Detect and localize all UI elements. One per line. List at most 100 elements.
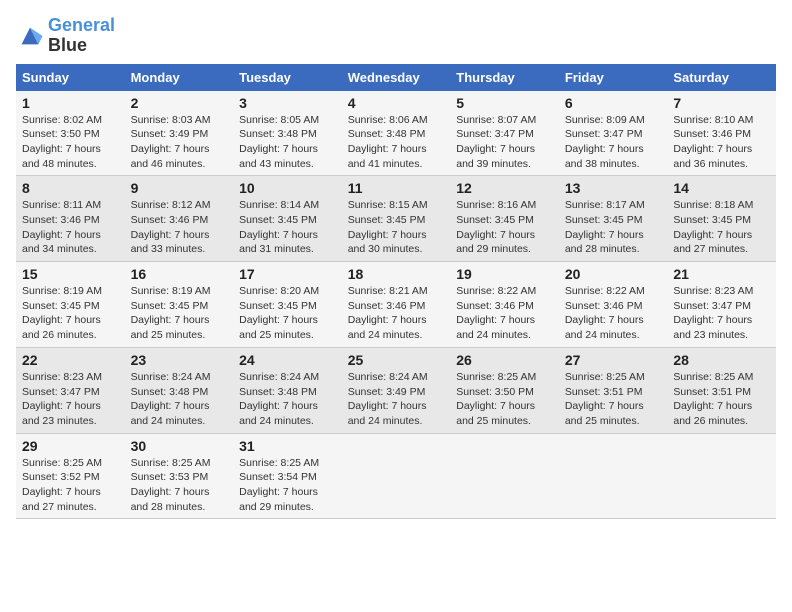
day-info: Sunrise: 8:24 AM Sunset: 3:48 PM Dayligh… <box>239 370 336 429</box>
day-number: 1 <box>22 95 119 111</box>
day-info: Sunrise: 8:25 AM Sunset: 3:50 PM Dayligh… <box>456 370 553 429</box>
column-header-saturday: Saturday <box>667 64 776 91</box>
table-row: 7 Sunrise: 8:10 AM Sunset: 3:46 PM Dayli… <box>667 91 776 176</box>
column-header-thursday: Thursday <box>450 64 559 91</box>
table-row: 26 Sunrise: 8:25 AM Sunset: 3:50 PM Dayl… <box>450 347 559 433</box>
day-info: Sunrise: 8:25 AM Sunset: 3:51 PM Dayligh… <box>673 370 770 429</box>
table-row: 20 Sunrise: 8:22 AM Sunset: 3:46 PM Dayl… <box>559 262 668 348</box>
day-info: Sunrise: 8:23 AM Sunset: 3:47 PM Dayligh… <box>673 284 770 343</box>
calendar-week-5: 29 Sunrise: 8:25 AM Sunset: 3:52 PM Dayl… <box>16 433 776 519</box>
day-number: 9 <box>131 180 228 196</box>
day-number: 10 <box>239 180 336 196</box>
table-row <box>559 433 668 519</box>
table-row: 12 Sunrise: 8:16 AM Sunset: 3:45 PM Dayl… <box>450 176 559 262</box>
day-info: Sunrise: 8:20 AM Sunset: 3:45 PM Dayligh… <box>239 284 336 343</box>
day-info: Sunrise: 8:09 AM Sunset: 3:47 PM Dayligh… <box>565 113 662 172</box>
day-info: Sunrise: 8:12 AM Sunset: 3:46 PM Dayligh… <box>131 198 228 257</box>
day-number: 30 <box>131 438 228 454</box>
day-number: 16 <box>131 266 228 282</box>
day-number: 8 <box>22 180 119 196</box>
day-info: Sunrise: 8:19 AM Sunset: 3:45 PM Dayligh… <box>22 284 119 343</box>
header: General Blue <box>16 16 776 56</box>
table-row: 3 Sunrise: 8:05 AM Sunset: 3:48 PM Dayli… <box>233 91 342 176</box>
table-row: 23 Sunrise: 8:24 AM Sunset: 3:48 PM Dayl… <box>125 347 234 433</box>
table-row: 18 Sunrise: 8:21 AM Sunset: 3:46 PM Dayl… <box>342 262 451 348</box>
calendar-week-2: 8 Sunrise: 8:11 AM Sunset: 3:46 PM Dayli… <box>16 176 776 262</box>
table-row: 24 Sunrise: 8:24 AM Sunset: 3:48 PM Dayl… <box>233 347 342 433</box>
table-row: 14 Sunrise: 8:18 AM Sunset: 3:45 PM Dayl… <box>667 176 776 262</box>
day-number: 26 <box>456 352 553 368</box>
logo-icon <box>16 22 44 50</box>
table-row: 15 Sunrise: 8:19 AM Sunset: 3:45 PM Dayl… <box>16 262 125 348</box>
day-number: 27 <box>565 352 662 368</box>
table-row: 10 Sunrise: 8:14 AM Sunset: 3:45 PM Dayl… <box>233 176 342 262</box>
table-row: 21 Sunrise: 8:23 AM Sunset: 3:47 PM Dayl… <box>667 262 776 348</box>
day-number: 3 <box>239 95 336 111</box>
column-header-friday: Friday <box>559 64 668 91</box>
calendar-header: SundayMondayTuesdayWednesdayThursdayFrid… <box>16 64 776 91</box>
table-row: 31 Sunrise: 8:25 AM Sunset: 3:54 PM Dayl… <box>233 433 342 519</box>
day-number: 24 <box>239 352 336 368</box>
column-header-wednesday: Wednesday <box>342 64 451 91</box>
table-row: 5 Sunrise: 8:07 AM Sunset: 3:47 PM Dayli… <box>450 91 559 176</box>
day-number: 20 <box>565 266 662 282</box>
day-number: 2 <box>131 95 228 111</box>
day-number: 11 <box>348 180 445 196</box>
table-row: 28 Sunrise: 8:25 AM Sunset: 3:51 PM Dayl… <box>667 347 776 433</box>
day-info: Sunrise: 8:18 AM Sunset: 3:45 PM Dayligh… <box>673 198 770 257</box>
table-row <box>667 433 776 519</box>
day-number: 21 <box>673 266 770 282</box>
table-row: 16 Sunrise: 8:19 AM Sunset: 3:45 PM Dayl… <box>125 262 234 348</box>
table-row: 9 Sunrise: 8:12 AM Sunset: 3:46 PM Dayli… <box>125 176 234 262</box>
table-row: 11 Sunrise: 8:15 AM Sunset: 3:45 PM Dayl… <box>342 176 451 262</box>
day-number: 17 <box>239 266 336 282</box>
day-number: 4 <box>348 95 445 111</box>
table-row: 1 Sunrise: 8:02 AM Sunset: 3:50 PM Dayli… <box>16 91 125 176</box>
day-number: 18 <box>348 266 445 282</box>
calendar-week-1: 1 Sunrise: 8:02 AM Sunset: 3:50 PM Dayli… <box>16 91 776 176</box>
table-row: 22 Sunrise: 8:23 AM Sunset: 3:47 PM Dayl… <box>16 347 125 433</box>
day-info: Sunrise: 8:11 AM Sunset: 3:46 PM Dayligh… <box>22 198 119 257</box>
day-info: Sunrise: 8:16 AM Sunset: 3:45 PM Dayligh… <box>456 198 553 257</box>
day-info: Sunrise: 8:22 AM Sunset: 3:46 PM Dayligh… <box>456 284 553 343</box>
table-row: 27 Sunrise: 8:25 AM Sunset: 3:51 PM Dayl… <box>559 347 668 433</box>
day-info: Sunrise: 8:25 AM Sunset: 3:52 PM Dayligh… <box>22 456 119 515</box>
day-number: 23 <box>131 352 228 368</box>
day-number: 31 <box>239 438 336 454</box>
day-info: Sunrise: 8:21 AM Sunset: 3:46 PM Dayligh… <box>348 284 445 343</box>
table-row: 30 Sunrise: 8:25 AM Sunset: 3:53 PM Dayl… <box>125 433 234 519</box>
day-number: 29 <box>22 438 119 454</box>
day-info: Sunrise: 8:25 AM Sunset: 3:53 PM Dayligh… <box>131 456 228 515</box>
table-row: 29 Sunrise: 8:25 AM Sunset: 3:52 PM Dayl… <box>16 433 125 519</box>
logo: General Blue <box>16 16 115 56</box>
day-number: 12 <box>456 180 553 196</box>
table-row: 8 Sunrise: 8:11 AM Sunset: 3:46 PM Dayli… <box>16 176 125 262</box>
table-row: 4 Sunrise: 8:06 AM Sunset: 3:48 PM Dayli… <box>342 91 451 176</box>
day-number: 13 <box>565 180 662 196</box>
table-row: 19 Sunrise: 8:22 AM Sunset: 3:46 PM Dayl… <box>450 262 559 348</box>
day-info: Sunrise: 8:24 AM Sunset: 3:49 PM Dayligh… <box>348 370 445 429</box>
day-number: 6 <box>565 95 662 111</box>
day-number: 5 <box>456 95 553 111</box>
day-info: Sunrise: 8:25 AM Sunset: 3:51 PM Dayligh… <box>565 370 662 429</box>
day-info: Sunrise: 8:06 AM Sunset: 3:48 PM Dayligh… <box>348 113 445 172</box>
column-header-tuesday: Tuesday <box>233 64 342 91</box>
column-header-sunday: Sunday <box>16 64 125 91</box>
day-info: Sunrise: 8:05 AM Sunset: 3:48 PM Dayligh… <box>239 113 336 172</box>
table-row <box>450 433 559 519</box>
logo-text: General Blue <box>48 16 115 56</box>
day-info: Sunrise: 8:07 AM Sunset: 3:47 PM Dayligh… <box>456 113 553 172</box>
day-info: Sunrise: 8:24 AM Sunset: 3:48 PM Dayligh… <box>131 370 228 429</box>
day-number: 7 <box>673 95 770 111</box>
table-row <box>342 433 451 519</box>
day-info: Sunrise: 8:23 AM Sunset: 3:47 PM Dayligh… <box>22 370 119 429</box>
day-number: 14 <box>673 180 770 196</box>
table-row: 6 Sunrise: 8:09 AM Sunset: 3:47 PM Dayli… <box>559 91 668 176</box>
day-info: Sunrise: 8:22 AM Sunset: 3:46 PM Dayligh… <box>565 284 662 343</box>
day-info: Sunrise: 8:19 AM Sunset: 3:45 PM Dayligh… <box>131 284 228 343</box>
calendar-table: SundayMondayTuesdayWednesdayThursdayFrid… <box>16 64 776 520</box>
day-info: Sunrise: 8:02 AM Sunset: 3:50 PM Dayligh… <box>22 113 119 172</box>
day-info: Sunrise: 8:17 AM Sunset: 3:45 PM Dayligh… <box>565 198 662 257</box>
table-row: 25 Sunrise: 8:24 AM Sunset: 3:49 PM Dayl… <box>342 347 451 433</box>
day-info: Sunrise: 8:10 AM Sunset: 3:46 PM Dayligh… <box>673 113 770 172</box>
